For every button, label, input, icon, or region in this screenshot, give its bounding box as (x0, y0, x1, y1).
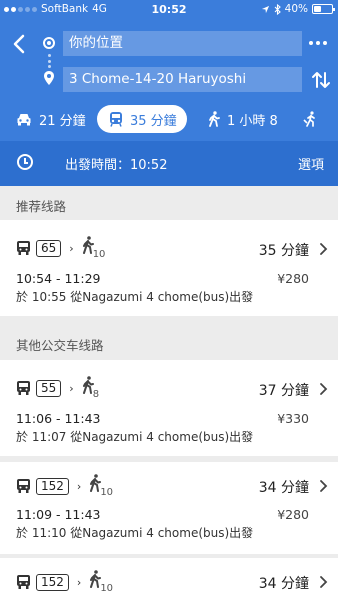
status-bar: SoftBank 4G 10:52 40% (0, 0, 338, 20)
more-menu-icon[interactable] (309, 41, 327, 45)
route-card[interactable]: 152 › 10 34 分鐘 (0, 558, 338, 600)
route-steps: 65 › 10 (16, 236, 109, 260)
clock-icon (17, 154, 33, 170)
walk-step: 8 (81, 376, 109, 400)
departure-time[interactable]: 出發時間：10:52 (65, 154, 167, 173)
options-button[interactable]: 選項 (298, 154, 324, 173)
walk-minutes: 10 (92, 249, 106, 260)
bus-icon (17, 241, 30, 255)
mode-tab-other[interactable] (302, 105, 318, 133)
route-steps: 152 › 10 (16, 570, 116, 594)
step-arrow-icon: › (69, 381, 74, 395)
destination-pin-icon (44, 71, 54, 85)
bus-icon (17, 575, 30, 589)
mode-walk-label: 1 小時 8 (227, 113, 278, 129)
bus-route-number: 152 (36, 573, 69, 591)
swap-icon[interactable] (310, 69, 332, 91)
chevron-right-icon (320, 480, 328, 492)
route-duration: 35 分鐘 (258, 243, 309, 259)
header: SoftBank 4G 10:52 40% 你的位置 3 Chome-14-20… (0, 0, 338, 186)
route-times: 11:06 - 11:43 (16, 411, 101, 426)
car-icon (17, 114, 31, 126)
bus-route-number: 152 (36, 477, 69, 495)
route-times: 11:09 - 11:43 (16, 507, 101, 522)
route-card[interactable]: 152 › 10 34 分鐘 11:09 - 11:43 ¥280 於 11:1… (0, 462, 338, 554)
route-price: ¥330 (277, 411, 309, 426)
mode-transit-label: 35 分鐘 (130, 113, 177, 129)
route-departure-detail: 於 11:10 從Nagazumi 4 chome(bus)出發 (16, 526, 254, 540)
mode-tab-walk[interactable]: 1 小時 8 (208, 105, 278, 133)
route-departure-detail: 於 10:55 從Nagazumi 4 chome(bus)出發 (16, 290, 254, 304)
route-connector (48, 54, 51, 68)
mode-tab-car[interactable]: 21 分鐘 (16, 105, 86, 133)
route-card[interactable]: 55 › 8 37 分鐘 11:06 - 11:43 ¥330 於 11:07 … (0, 360, 338, 456)
origin-field[interactable]: 你的位置 (63, 31, 302, 56)
chevron-right-icon (320, 576, 328, 588)
section-title-recommended: 推荐线路 (16, 199, 67, 214)
walk-minutes: 10 (100, 583, 114, 594)
back-arrow-icon[interactable] (9, 32, 31, 56)
route-price: ¥280 (277, 507, 309, 522)
battery-icon (312, 4, 335, 14)
location-arrow-icon (261, 5, 269, 13)
route-duration: 34 分鐘 (258, 480, 309, 496)
bluetooth-icon (274, 3, 281, 15)
bus-route-number: 55 (36, 379, 62, 397)
step-arrow-icon: › (76, 575, 82, 589)
step-arrow-icon: › (69, 241, 74, 255)
travel-mode-tabs: 21 分鐘 35 分鐘 1 小時 8 (0, 105, 338, 133)
route-card[interactable]: 65 › 10 35 分鐘 10:54 - 11:29 ¥280 於 10:55… (0, 220, 338, 316)
walk-step: 10 (88, 474, 116, 498)
route-times: 10:54 - 11:29 (16, 271, 101, 286)
route-departure-detail: 於 11:07 從Nagazumi 4 chome(bus)出發 (16, 430, 254, 444)
chevron-right-icon (320, 243, 328, 255)
route-price: ¥280 (277, 271, 309, 286)
chevron-right-icon (320, 383, 328, 395)
walk-minutes: 8 (92, 389, 100, 400)
route-steps: 55 › 8 (16, 376, 109, 400)
battery-percent: 40% (284, 3, 308, 15)
mode-car-label: 21 分鐘 (39, 113, 86, 129)
departure-options-bar: 出發時間：10:52 選項 (0, 141, 338, 186)
origin-dot-icon (43, 37, 55, 49)
route-steps: 152 › 10 (16, 474, 116, 498)
step-arrow-icon: › (76, 479, 82, 493)
bus-icon (17, 479, 30, 493)
transit-icon (110, 112, 122, 127)
route-duration: 34 分鐘 (258, 576, 309, 592)
destination-field[interactable]: 3 Chome-14-20 Haruyoshi (63, 67, 302, 92)
walk-step: 10 (88, 570, 116, 594)
walk-step: 10 (81, 236, 109, 260)
mode-tab-transit[interactable]: 35 分鐘 (97, 105, 187, 133)
walk-icon (209, 111, 220, 127)
route-duration: 37 分鐘 (258, 383, 309, 399)
bus-icon (17, 381, 30, 395)
section-title-other: 其他公交车线路 (16, 338, 104, 353)
walk-minutes: 10 (100, 487, 114, 498)
bus-route-number: 65 (36, 239, 62, 257)
other-mode-icon (303, 110, 315, 127)
